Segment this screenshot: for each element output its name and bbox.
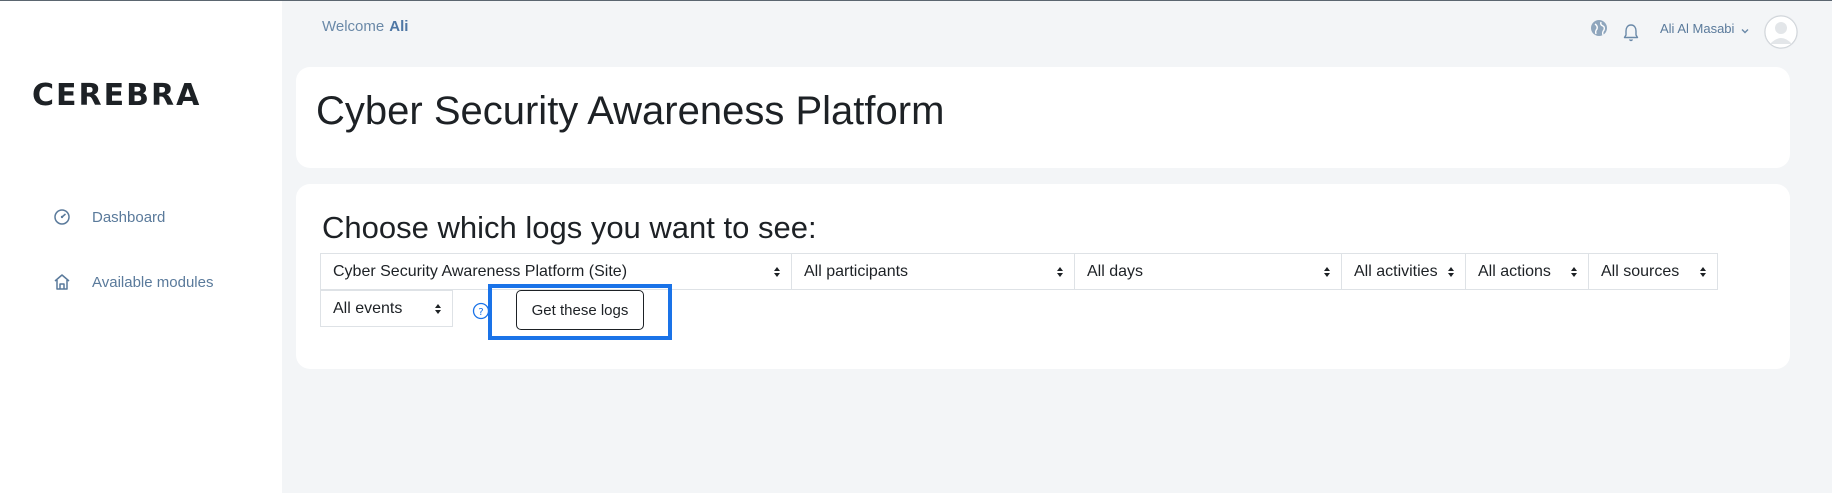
welcome-message: Welcome Ali bbox=[322, 18, 408, 35]
sidebar-item-label: Dashboard bbox=[92, 208, 166, 226]
svg-text:CEREBRA: CEREBRA bbox=[32, 79, 201, 111]
events-select[interactable]: All events bbox=[320, 290, 453, 327]
select-arrows-icon bbox=[1700, 267, 1706, 277]
user-name: Ali Al Masabi bbox=[1660, 21, 1735, 36]
participants-select-value: All participants bbox=[804, 262, 909, 280]
select-arrows-icon bbox=[435, 304, 441, 314]
dashboard-gauge-icon bbox=[52, 207, 72, 227]
welcome-user-name: Ali bbox=[389, 18, 409, 35]
top-navbar: Welcome Ali Ali Al Masabi bbox=[282, 1, 1832, 57]
page-title: Cyber Security Awareness Platform bbox=[316, 89, 945, 133]
select-arrows-icon bbox=[1571, 267, 1577, 277]
sidebar-item-label: Available modules bbox=[92, 273, 214, 291]
site-select-value: Cyber Security Awareness Platform (Site) bbox=[333, 262, 628, 280]
select-arrows-icon bbox=[1057, 267, 1063, 277]
sidebar-item-dashboard[interactable]: Dashboard bbox=[52, 205, 165, 229]
notification-bell-icon[interactable] bbox=[1622, 23, 1640, 43]
actions-select[interactable]: All actions bbox=[1465, 253, 1589, 290]
days-select-value: All days bbox=[1087, 262, 1144, 280]
activities-select-value: All activities bbox=[1354, 262, 1438, 280]
sidebar-item-available-modules[interactable]: Available modules bbox=[52, 270, 213, 294]
home-icon bbox=[52, 272, 72, 292]
log-filter-card: Choose which logs you want to see: Cyber… bbox=[296, 184, 1790, 369]
chevron-down-icon bbox=[1740, 24, 1750, 34]
cerebra-logo: CEREBRA bbox=[32, 79, 201, 111]
activities-select[interactable]: All activities bbox=[1341, 253, 1466, 290]
events-select-value: All events bbox=[333, 299, 403, 317]
participants-select[interactable]: All participants bbox=[791, 253, 1075, 290]
actions-select-value: All actions bbox=[1478, 262, 1551, 280]
svg-text:?: ? bbox=[478, 307, 483, 318]
logs-heading: Choose which logs you want to see: bbox=[322, 210, 817, 245]
sources-select[interactable]: All sources bbox=[1588, 253, 1718, 290]
days-select[interactable]: All days bbox=[1074, 253, 1342, 290]
select-arrows-icon bbox=[774, 267, 780, 277]
user-menu-toggle[interactable]: Ali Al Masabi bbox=[1660, 21, 1750, 36]
sidebar: CEREBRA Dashboard Available modules bbox=[0, 1, 282, 493]
select-arrows-icon bbox=[1448, 267, 1454, 277]
language-globe-icon[interactable] bbox=[1590, 19, 1608, 37]
select-arrows-icon bbox=[1324, 267, 1330, 277]
sources-select-value: All sources bbox=[1601, 262, 1680, 280]
page-header-card: Cyber Security Awareness Platform bbox=[296, 67, 1790, 168]
welcome-prefix: Welcome bbox=[322, 18, 385, 35]
get-these-logs-button[interactable]: Get these logs bbox=[516, 290, 644, 330]
user-avatar[interactable] bbox=[1764, 15, 1798, 49]
